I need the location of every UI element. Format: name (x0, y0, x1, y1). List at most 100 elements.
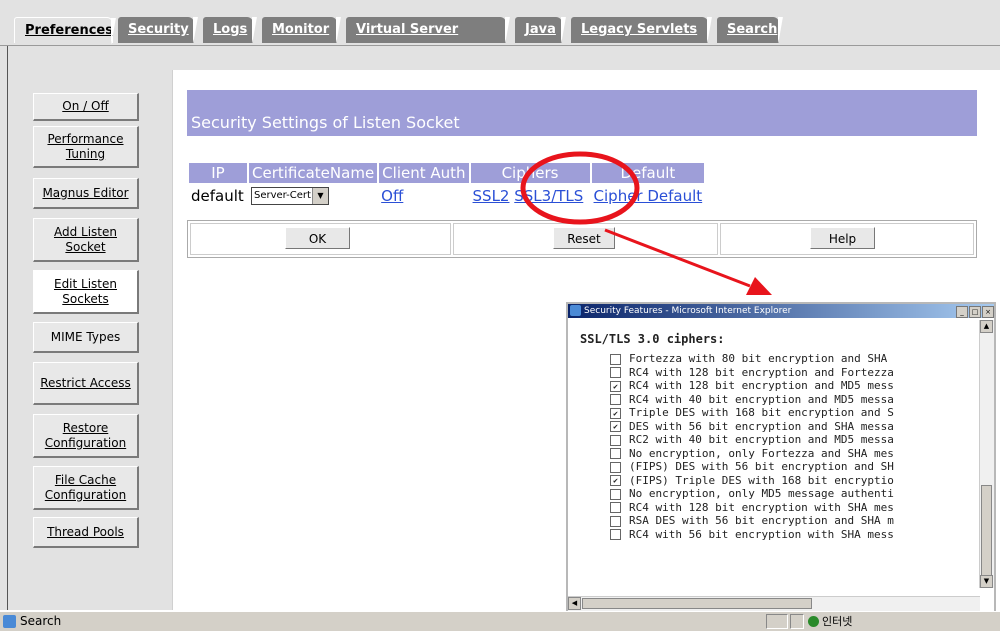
sidebar-item-on-off[interactable]: On / Off (33, 93, 139, 121)
tab-security[interactable]: Security (118, 17, 200, 43)
cipher-checkbox[interactable]: ✔ (610, 475, 621, 486)
table-row: default Server-Cert ▼ Off SSL2 SSL3/TLS C… (189, 185, 704, 207)
cipher-checkbox[interactable] (610, 488, 621, 500)
cipher-checkbox[interactable]: ✔ (610, 380, 621, 392)
scroll-left-icon[interactable]: ◀ (568, 597, 581, 610)
scrollbar-thumb[interactable] (981, 485, 992, 585)
ip-cell: default (191, 187, 244, 205)
ciphers-cell: SSL2 SSL3/TLS (471, 185, 590, 207)
cipher-option: RC4 with 40 bit encryption and MD5 messa (610, 393, 894, 406)
cipher-option: ✔ DES with 56 bit encryption and SHA mess… (610, 420, 894, 433)
cipher-checkbox[interactable]: ✔ (610, 421, 621, 432)
scroll-down-icon[interactable]: ▼ (980, 575, 993, 588)
popup-horizontal-scrollbar[interactable]: ◀ (568, 596, 980, 611)
table-header-row: IP CertificateName Client Auth Ciphers D… (189, 163, 705, 183)
cipher-label: RC4 with 128 bit encryption and MD5 mess (629, 379, 894, 392)
cipher-checkbox[interactable] (610, 448, 621, 459)
security-zone-label: 인터넷 (822, 615, 853, 628)
tab-search[interactable]: Search (717, 17, 785, 43)
scroll-up-icon[interactable]: ▲ (980, 320, 993, 333)
sidebar-item-file-cache-configuration[interactable]: File Cache Configuration (33, 466, 139, 510)
maximize-icon[interactable]: □ (969, 306, 981, 318)
sidebar-item-mime-types[interactable]: MIME Types (33, 322, 139, 353)
cipher-checkbox[interactable] (610, 434, 621, 446)
popup-title: Security Features - Microsoft Internet E… (584, 306, 792, 316)
tab-legacy-servlets[interactable]: Legacy Servlets (571, 17, 714, 43)
close-icon[interactable]: × (982, 306, 994, 318)
tab-logs[interactable]: Logs (203, 17, 259, 43)
status-pane (766, 614, 788, 629)
sidebar-item-label: Restore Configuration (44, 420, 127, 450)
sidebar-item-edit-listen-sockets[interactable]: Edit Listen Sockets (33, 270, 139, 314)
cipher-default-link[interactable]: Cipher Default (594, 187, 703, 205)
cipher-option: RC4 with 56 bit encryption with SHA mess (610, 528, 894, 541)
cipher-option: Fortezza with 80 bit encryption and SHA (610, 352, 887, 365)
scrollbar-thumb[interactable] (582, 598, 812, 609)
sidebar-item-performance-tuning[interactable]: Performance Tuning (33, 126, 139, 168)
sidebar-item-label: Restrict Access (40, 375, 131, 390)
cipher-option: ✔ RC4 with 128 bit encryption and MD5 mes… (610, 379, 894, 392)
column-header-default: Default (591, 163, 705, 183)
cipher-checkbox[interactable]: ✔ (610, 407, 621, 419)
tab-legacy-servlets-label: Legacy Servlets (581, 22, 698, 37)
status-pane (790, 614, 804, 629)
sidebar-item-thread-pools[interactable]: Thread Pools (33, 517, 139, 548)
minimize-icon[interactable]: _ (956, 306, 968, 318)
cipher-label: RC2 with 40 bit encryption and MD5 messa (629, 433, 894, 446)
reset-button[interactable]: Reset (553, 227, 615, 249)
sidebar-item-label: Magnus Editor (42, 185, 129, 200)
cipher-checkbox[interactable] (610, 367, 621, 378)
tab-preferences[interactable]: Preferences (14, 17, 118, 44)
cipher-option: RC4 with 128 bit encryption and Fortezza (610, 366, 894, 379)
cipher-checkbox[interactable] (610, 502, 621, 513)
cipher-section-heading: SSL/TLS 3.0 ciphers: (580, 332, 725, 346)
cipher-label: RC4 with 40 bit encryption and MD5 messa (629, 392, 894, 406)
certificate-name-cell: Server-Cert ▼ (249, 185, 377, 207)
sidebar-item-restrict-access[interactable]: Restrict Access (33, 362, 139, 405)
status-text: Search (20, 614, 62, 628)
browser-status-bar: Search 인터넷 (0, 611, 1000, 631)
certificate-name-value: Server-Cert (254, 190, 311, 202)
cipher-option: RC2 with 40 bit encryption and MD5 messa (610, 433, 894, 446)
ie-icon (570, 305, 581, 316)
column-header-certificate-name: CertificateName (249, 163, 378, 183)
cipher-checkbox[interactable] (610, 529, 621, 540)
cipher-ssl3-tls-link[interactable]: SSL3/TLS (514, 187, 583, 205)
sidebar-item-magnus-editor[interactable]: Magnus Editor (33, 178, 139, 209)
cipher-option: RSA DES with 56 bit encryption and SHA m (610, 514, 894, 527)
popup-vertical-scrollbar[interactable]: ▲ ▼ (979, 320, 994, 588)
cipher-checkbox[interactable] (610, 515, 621, 527)
cipher-checkbox[interactable] (610, 461, 621, 473)
cipher-checkbox[interactable] (610, 353, 621, 365)
client-auth-cell: Off (379, 185, 468, 207)
cipher-label: Triple DES with 168 bit encryption and S (629, 406, 894, 419)
cipher-label: RC4 with 56 bit encryption with SHA mess (629, 527, 894, 541)
cipher-label: (FIPS) DES with 56 bit encryption and SH (629, 460, 894, 473)
cipher-ssl2-link[interactable]: SSL2 (473, 187, 510, 205)
column-header-client-auth: Client Auth (379, 163, 469, 183)
page-icon (3, 615, 16, 628)
column-header-ip: IP (189, 163, 247, 183)
left-frame-border (7, 46, 8, 610)
chevron-down-icon[interactable]: ▼ (311, 188, 328, 205)
default-cell: Cipher Default (592, 185, 705, 207)
cipher-label: Fortezza with 80 bit encryption and SHA (629, 352, 888, 365)
sidebar-item-add-listen-socket[interactable]: Add Listen Socket (33, 218, 139, 262)
tab-java[interactable]: Java (515, 17, 568, 43)
page-title: Security Settings of Listen Socket (191, 113, 460, 132)
client-auth-link[interactable]: Off (381, 187, 403, 205)
cipher-label: (FIPS) Triple DES with 168 bit encryptio (629, 473, 894, 487)
tab-monitor-label: Monitor (272, 22, 330, 37)
cipher-option: No encryption, only MD5 message authenti (610, 487, 894, 500)
help-button[interactable]: Help (810, 227, 875, 249)
certificate-name-select[interactable]: Server-Cert ▼ (251, 187, 329, 206)
tab-monitor[interactable]: Monitor (262, 17, 343, 43)
sidebar-item-label: Performance Tuning (47, 131, 124, 161)
sidebar-item-label: MIME Types (50, 329, 121, 344)
tab-virtual-server-class[interactable]: Virtual Server Class (346, 17, 512, 63)
tab-java-label: Java (525, 22, 556, 37)
ok-button[interactable]: OK (285, 227, 350, 249)
sidebar-item-restore-configuration[interactable]: Restore Configuration (33, 414, 139, 458)
cipher-label: No encryption, only MD5 message authenti (629, 487, 894, 500)
cipher-checkbox[interactable] (610, 394, 621, 405)
